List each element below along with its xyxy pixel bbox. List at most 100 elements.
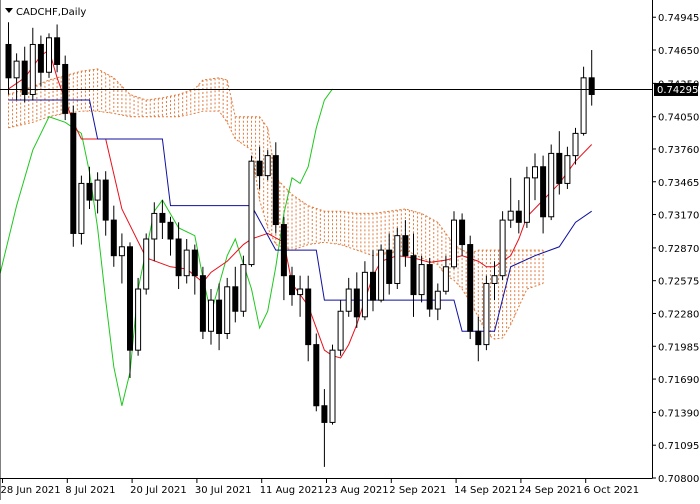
- candle-body-19: [159, 212, 166, 223]
- candle-body-52: [426, 264, 433, 310]
- x-tick-label-8: 24 Sep 2021: [519, 485, 582, 496]
- candle-body-39: [321, 405, 328, 423]
- y-tick-label-7: 0.72870: [658, 244, 699, 255]
- candle-body-64: [523, 177, 530, 223]
- candle-57: [467, 235, 474, 340]
- candle-body-33: [272, 155, 279, 226]
- y-tick-label-6: 0.73170: [658, 211, 699, 222]
- y-tick-label-13: 0.71095: [658, 441, 699, 452]
- candle-body-47: [386, 249, 393, 284]
- candle-body-46: [378, 249, 385, 301]
- y-tick-label-0: 0.74945: [658, 13, 699, 24]
- candle-body-12: [102, 179, 109, 221]
- candle-7: [62, 55, 69, 121]
- candle-body-30: [248, 160, 255, 266]
- candle-body-28: [232, 286, 239, 312]
- candle-46: [378, 244, 385, 303]
- chart-canvas: 0.749450.746500.743500.740500.737600.734…: [0, 0, 700, 500]
- y-tick-label-12: 0.71390: [658, 408, 699, 419]
- candle-body-24: [199, 275, 206, 332]
- candle-body-11: [94, 179, 101, 201]
- candle-17: [143, 233, 150, 295]
- candle-body-66: [540, 166, 547, 218]
- candle-body-71: [580, 77, 587, 134]
- candle-body-59: [483, 282, 490, 346]
- candle-body-53: [434, 290, 441, 310]
- candle-body-15: [127, 246, 133, 351]
- candle-52: [426, 257, 433, 317]
- candle-body-32: [264, 155, 271, 177]
- candle-body-43: [353, 288, 360, 318]
- candle-body-49: [402, 235, 409, 257]
- x-tick-label-3: 30 Jul 2021: [195, 485, 252, 496]
- candle-body-34: [280, 224, 287, 277]
- symbol-title: CADCHF,Daily: [16, 7, 86, 18]
- candle-body-44: [361, 271, 368, 318]
- candle-body-4: [37, 43, 44, 73]
- candle-body-65: [532, 166, 538, 179]
- candle-40: [329, 344, 336, 425]
- candle-body-3: [29, 43, 36, 95]
- candle-body-67: [548, 152, 555, 218]
- candle-38: [313, 333, 320, 412]
- y-tick-label-9: 0.72280: [658, 309, 699, 320]
- candle-body-50: [410, 255, 417, 296]
- candle-body-29: [240, 264, 247, 312]
- candle-body-55: [451, 219, 457, 268]
- y-tick-label-3: 0.74050: [658, 113, 699, 124]
- y-tick-label-8: 0.72575: [658, 277, 699, 288]
- candle-30: [248, 155, 255, 267]
- x-tick-label-5: 23 Aug 2021: [325, 485, 389, 496]
- candle-body-38: [313, 344, 320, 407]
- y-tick-label-11: 0.71690: [658, 375, 699, 386]
- candle-body-60: [491, 275, 498, 284]
- candle-body-54: [442, 266, 449, 292]
- candle-body-6: [54, 37, 61, 65]
- candle-body-40: [329, 349, 336, 423]
- candle-body-25: [208, 299, 214, 332]
- y-tick-label-1: 0.74650: [658, 46, 699, 57]
- candle-body-51: [418, 264, 425, 296]
- x-tick-label-0: 28 Jun 2021: [1, 485, 61, 496]
- x-tick-label-4: 11 Aug 2021: [260, 485, 324, 496]
- x-tick-label-7: 14 Sep 2021: [454, 485, 517, 496]
- candle-67: [548, 144, 555, 221]
- candle-body-22: [183, 249, 190, 277]
- y-tick-label-4: 0.73760: [658, 145, 699, 156]
- candle-body-13: [110, 219, 117, 257]
- candle-body-56: [459, 219, 466, 246]
- candle-body-62: [507, 210, 514, 221]
- candle-body-63: [515, 210, 522, 223]
- candle-body-17: [143, 238, 150, 290]
- candle-body-31: [256, 160, 263, 177]
- candle-body-10: [86, 182, 93, 201]
- chart-background: [0, 0, 700, 500]
- candle-body-8: [70, 112, 77, 234]
- current-price-label: 0.74295: [657, 85, 698, 96]
- candle-body-61: [499, 219, 506, 277]
- candle-body-42: [345, 288, 352, 312]
- candle-body-68: [556, 152, 563, 184]
- candle-61: [499, 211, 506, 281]
- candle-body-23: [191, 249, 198, 277]
- candle-body-7: [62, 63, 69, 114]
- candle-27: [224, 277, 231, 340]
- candle-body-21: [175, 238, 182, 277]
- candle-48: [394, 227, 401, 290]
- candle-body-72: [588, 77, 595, 95]
- current-price-box: 0.74295: [654, 82, 698, 96]
- candle-body-14: [118, 246, 125, 257]
- x-tick-label-1: 8 Jul 2021: [65, 485, 115, 496]
- y-tick-label-10: 0.71985: [658, 342, 699, 353]
- chart-title: CADCHF,Daily: [5, 7, 86, 18]
- candle-body-37: [305, 288, 312, 346]
- candle-33: [272, 142, 279, 234]
- candle-body-27: [224, 286, 231, 334]
- x-tick-label-9: 6 Oct 2021: [584, 485, 639, 496]
- candle-body-5: [46, 37, 52, 73]
- candle-body-36: [297, 288, 304, 296]
- candle-body-9: [78, 182, 85, 234]
- candle-16: [135, 277, 142, 356]
- candle-body-26: [216, 299, 223, 334]
- candle-29: [240, 255, 247, 317]
